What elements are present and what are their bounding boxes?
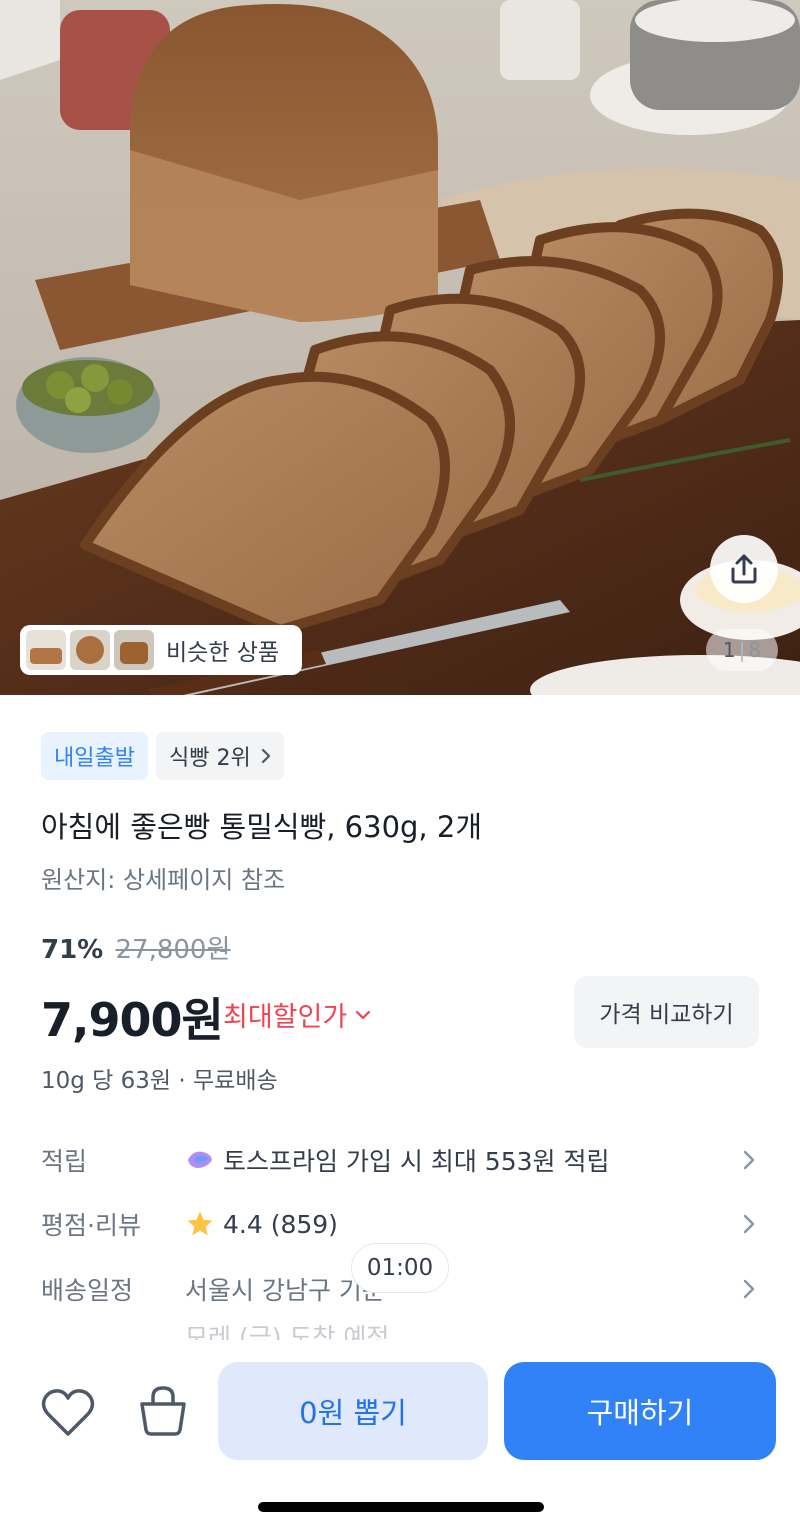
points-row[interactable]: 적립 토스프라임 가입 시 최대 553원 적립 <box>41 1135 761 1185</box>
similar-products-label: 비슷한 상품 <box>166 640 280 666</box>
product-origin: 원산지: 상세페이지 참조 <box>41 866 286 894</box>
shopping-bag-icon <box>140 1386 186 1436</box>
product-image-gallery[interactable]: 1 | 8 비슷한 상품 <box>0 0 800 695</box>
max-discount-label: 최대할인가 <box>223 1002 348 1033</box>
discount-rate: 71% <box>41 935 104 965</box>
chevron-down-icon <box>356 1010 371 1019</box>
similar-thumbnail <box>114 630 154 670</box>
star-icon <box>187 1211 213 1236</box>
unit-price-shipping: 10g 당 63원 · 무료배송 <box>41 1068 278 1094</box>
image-counter-current: 1 <box>722 638 736 662</box>
rating-value: 4.4 (859) <box>223 1209 338 1239</box>
rank-label: 식빵 2위 <box>168 746 251 771</box>
chevron-right-icon <box>743 1279 755 1299</box>
delivery-key: 배송일정 <box>41 1276 134 1305</box>
chevron-right-icon <box>261 748 270 764</box>
timer-badge[interactable]: 01:00 <box>351 1243 449 1293</box>
chevron-right-icon <box>743 1150 755 1170</box>
zero-won-draw-button[interactable]: 0원 뽑기 <box>218 1362 488 1460</box>
product-photo <box>0 0 800 695</box>
similar-thumbnail <box>26 630 66 670</box>
buy-button[interactable]: 구매하기 <box>504 1362 776 1460</box>
image-counter-total: 8 <box>748 638 762 662</box>
similar-thumbnail <box>70 630 110 670</box>
sale-price: 7,900원 <box>41 993 224 1047</box>
points-value: 토스프라임 가입 시 최대 553원 적립 <box>223 1147 610 1176</box>
product-title: 아침에 좋은빵 통밀식빵, 630g, 2개 <box>41 810 483 844</box>
points-key: 적립 <box>41 1147 88 1176</box>
original-price: 27,800원 <box>115 935 231 965</box>
share-button[interactable] <box>710 535 778 603</box>
delivery-badge: 내일출발 <box>41 732 148 780</box>
tag-row: 내일출발 식빵 2위 <box>41 732 284 780</box>
cart-button[interactable] <box>134 1382 192 1440</box>
wishlist-button[interactable] <box>38 1385 98 1441</box>
image-counter: 1 | 8 <box>706 629 778 671</box>
rank-badge[interactable]: 식빵 2위 <box>155 732 284 780</box>
similar-products-button[interactable]: 비슷한 상품 <box>20 625 302 675</box>
max-discount-toggle[interactable]: 최대할인가 <box>223 995 371 1034</box>
rating-row[interactable]: 평점·리뷰 4.4 (859) <box>41 1199 761 1249</box>
discount-line: 71% 27,800원 <box>41 929 230 966</box>
share-icon <box>731 554 757 584</box>
heart-icon <box>41 1389 95 1436</box>
rating-key: 평점·리뷰 <box>41 1211 141 1240</box>
price-compare-button[interactable]: 가격 비교하기 <box>574 976 759 1048</box>
chevron-right-icon <box>743 1214 755 1234</box>
home-indicator[interactable] <box>258 1502 544 1512</box>
toss-prime-icon <box>188 1151 212 1168</box>
